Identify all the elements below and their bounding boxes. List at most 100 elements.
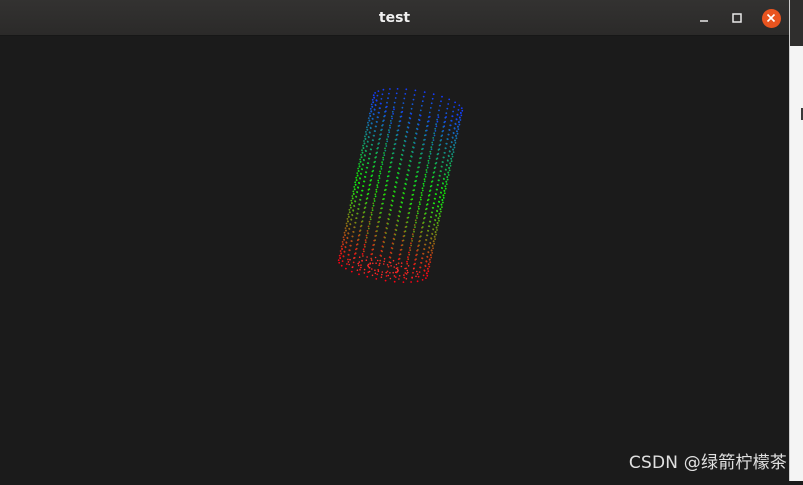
cloud-point (436, 188, 438, 191)
cloud-point (405, 136, 408, 138)
cloud-point (359, 229, 362, 232)
cloud-point (367, 141, 369, 143)
cloud-point (379, 216, 381, 219)
close-button[interactable] (759, 6, 783, 30)
cloud-point (401, 244, 404, 246)
cloud-point (405, 278, 408, 280)
cloud-point (442, 182, 444, 185)
cloud-point (422, 221, 425, 224)
cloud-point (430, 216, 433, 219)
cloud-point (362, 163, 364, 166)
cloud-point (343, 251, 346, 253)
cloud-point (420, 230, 423, 233)
viewer-canvas[interactable] (0, 36, 789, 481)
cloud-point (439, 104, 441, 107)
cloud-point (448, 169, 451, 172)
cloud-point (447, 171, 450, 174)
cloud-point (456, 130, 458, 133)
cloud-point (416, 253, 418, 256)
cloud-point (404, 267, 406, 270)
minimize-icon (700, 20, 708, 22)
cloud-point (368, 188, 371, 191)
cloud-point (431, 143, 434, 146)
cloud-point (433, 242, 435, 245)
cloud-point (450, 160, 453, 163)
cloud-point (387, 175, 390, 177)
cloud-point (444, 187, 447, 190)
cloud-point (456, 114, 459, 116)
cloud-point (400, 158, 403, 161)
cloud-point (395, 92, 398, 95)
cloud-point (364, 154, 366, 157)
cloud-point (428, 258, 431, 261)
cloud-point (419, 114, 422, 117)
cloud-point (352, 261, 355, 264)
cloud-point (452, 132, 455, 135)
cloud-point (337, 259, 340, 262)
cloud-point (453, 106, 455, 108)
cloud-point (370, 213, 373, 216)
cloud-point (396, 177, 399, 180)
cloud-point (362, 147, 365, 150)
cloud-point (397, 262, 400, 265)
cloud-point (389, 165, 392, 168)
cloud-point (441, 187, 443, 190)
cloud-point (385, 105, 388, 108)
cloud-point (346, 237, 349, 240)
cloud-point (395, 181, 398, 184)
cloud-point (450, 141, 453, 144)
cloud-point (457, 109, 460, 111)
cloud-point (399, 253, 402, 256)
window-titlebar[interactable]: test (0, 0, 789, 36)
cloud-point (396, 88, 399, 90)
cloud-point (413, 224, 416, 226)
cloud-point (367, 225, 370, 228)
cloud-point (351, 197, 354, 200)
cloud-point (431, 97, 434, 100)
cloud-point (444, 120, 446, 123)
cloud-point (370, 259, 373, 261)
cloud-point (372, 113, 375, 116)
cloud-point (351, 266, 354, 269)
cloud-point (368, 119, 371, 122)
cloud-point (425, 260, 428, 263)
cloud-point (367, 117, 370, 119)
cloud-point (374, 104, 377, 107)
cloud-point (428, 111, 431, 114)
cloud-point (440, 139, 443, 141)
cloud-point (440, 170, 442, 173)
cloud-point (354, 221, 357, 224)
cloud-point (379, 259, 382, 262)
cloud-point (384, 236, 386, 239)
cloud-point (421, 226, 424, 228)
cloud-point (371, 118, 374, 120)
cloud-point (385, 271, 388, 274)
cloud-point (404, 188, 406, 190)
cloud-point (399, 120, 402, 122)
maximize-button[interactable] (725, 6, 749, 30)
cloud-point (393, 191, 396, 193)
cloud-point (443, 192, 446, 195)
cloud-point (366, 275, 369, 278)
cloud-point (413, 142, 416, 144)
cloud-point (367, 227, 370, 230)
minimize-button[interactable] (692, 6, 716, 30)
cloud-point (356, 243, 359, 246)
cloud-point (426, 272, 428, 275)
cloud-point (428, 155, 431, 158)
cloud-point (384, 114, 386, 117)
cloud-point (359, 268, 361, 271)
cloud-point (428, 157, 431, 160)
cloud-point (359, 158, 361, 161)
cloud-point (429, 242, 432, 245)
cloud-point (339, 257, 342, 260)
point-cloud-points (337, 88, 464, 283)
cloud-point (386, 138, 388, 141)
cloud-point (398, 257, 401, 260)
cloud-point (415, 179, 417, 182)
cloud-point (440, 192, 442, 194)
cloud-point (422, 95, 425, 98)
cloud-point (425, 171, 428, 174)
cloud-point (387, 135, 390, 138)
cloud-point (427, 162, 430, 164)
